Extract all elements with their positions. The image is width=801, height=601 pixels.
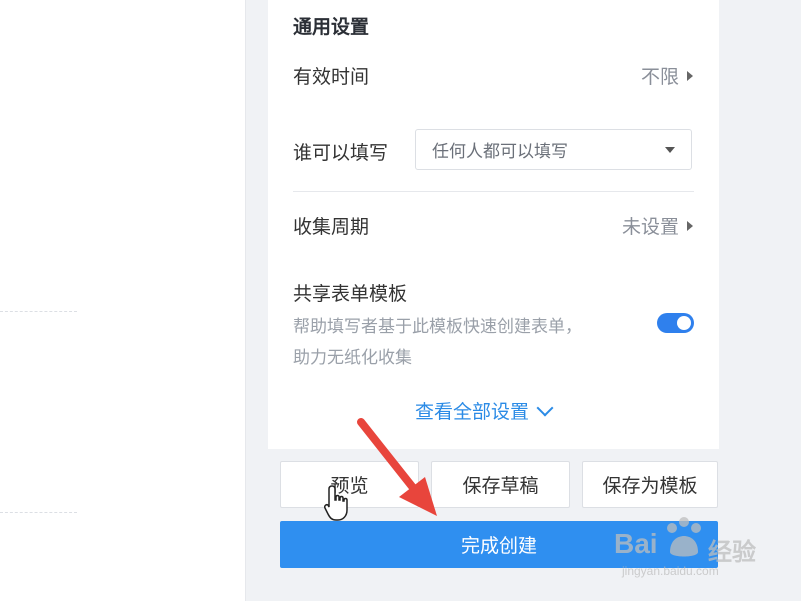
hand-cursor-icon (324, 485, 348, 521)
save-as-template-button[interactable]: 保存为模板 (582, 461, 718, 508)
view-all-settings-text: 查看全部设置 (415, 401, 530, 423)
view-all-settings-link[interactable]: 查看全部设置 (415, 397, 554, 424)
share-template-label: 共享表单模板 (293, 283, 408, 305)
chevron-down-icon (536, 399, 554, 416)
collection-period-value-text: 未设置 (621, 216, 679, 238)
share-template-description: 帮助填写者基于此模板快速创建表单， 助力无纸化收集 (293, 312, 613, 374)
dashed-divider (0, 512, 77, 513)
triangle-right-icon (687, 70, 693, 81)
valid-time-value-text: 不限 (640, 66, 679, 88)
caret-down-icon (665, 146, 675, 153)
who-can-fill-label: 谁可以填写 (293, 142, 389, 164)
who-can-fill-select[interactable]: 任何人都可以填写 (415, 129, 692, 170)
share-template-description-line1: 帮助填写者基于此模板快速创建表单， (293, 317, 582, 337)
finish-create-button-label: 完成创建 (460, 535, 537, 557)
valid-time-label: 有效时间 (293, 66, 370, 88)
who-can-fill-selected: 任何人都可以填写 (432, 142, 568, 162)
save-draft-button-label: 保存草稿 (462, 475, 539, 497)
save-draft-button[interactable]: 保存草稿 (431, 461, 570, 508)
toggle-knob (677, 316, 691, 330)
finish-create-button[interactable]: 完成创建 (280, 521, 718, 568)
divider (293, 191, 694, 192)
save-as-template-button-label: 保存为模板 (602, 475, 698, 497)
left-pane (0, 0, 246, 601)
share-template-description-line2: 助力无纸化收集 (293, 348, 412, 368)
triangle-right-icon (687, 220, 693, 231)
valid-time-value[interactable]: 不限 (641, 62, 693, 89)
collection-period-value[interactable]: 未设置 (622, 212, 693, 239)
share-template-toggle[interactable] (657, 313, 694, 333)
section-title: 通用设置 (293, 16, 370, 38)
collection-period-label: 收集周期 (293, 216, 370, 238)
dashed-divider (0, 311, 77, 312)
